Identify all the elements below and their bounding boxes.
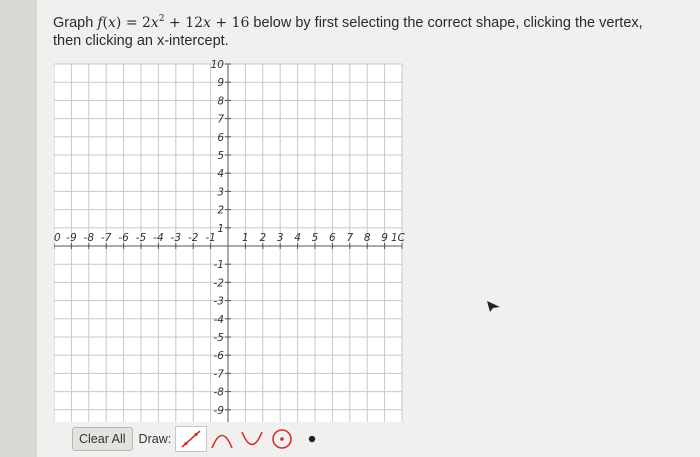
point-tool-button[interactable]	[297, 426, 327, 452]
x-tick-label: 5	[312, 232, 319, 244]
x-tick-label: 6	[329, 232, 336, 244]
parabola-up-icon	[211, 434, 233, 449]
x-tick-label: -8	[84, 232, 95, 244]
graph-toolbar: Clear All Draw:	[72, 426, 327, 452]
x-tick-label: -7	[101, 232, 112, 244]
y-tick-label: 9	[217, 77, 224, 89]
question-prompt: Graph f(x) = 2x2 + 12x + 16 below by fir…	[53, 14, 643, 50]
x-tick-label: 2	[259, 232, 266, 244]
x-tick-label: 10	[54, 232, 61, 244]
function-expression: f(x) = 2x2 + 12x + 16	[97, 14, 250, 32]
x-tick-label: -2	[188, 232, 199, 244]
x-tick-label: 4	[294, 232, 301, 244]
coordinate-grid[interactable]: 10-9-8-7-6-5-4-3-2-11234567891C109876543…	[54, 56, 426, 422]
parabola-down-tool-button[interactable]	[237, 426, 267, 452]
y-tick-label: -6	[214, 350, 225, 362]
x-tick-label: 7	[346, 232, 353, 244]
x-tick-label: -9	[66, 232, 77, 244]
graph-svg[interactable]: 10-9-8-7-6-5-4-3-2-11234567891C109876543…	[54, 56, 426, 422]
parabola-up-tool-button[interactable]	[207, 426, 237, 452]
mouse-cursor-icon	[487, 301, 500, 312]
y-tick-label: 5	[217, 150, 224, 162]
x-tick-label: 3	[277, 232, 284, 244]
y-tick-label: -8	[214, 387, 225, 399]
y-tick-label: -9	[214, 405, 225, 417]
y-tick-label: 6	[217, 132, 224, 144]
y-tick-label: 2	[217, 205, 224, 217]
y-tick-label: -7	[214, 368, 225, 380]
y-tick-label: 10	[211, 59, 225, 71]
y-tick-label: 3	[217, 186, 224, 198]
x-tick-label: -3	[171, 232, 181, 244]
x-tick-label: -5	[136, 232, 147, 244]
x-tick-label: -4	[153, 232, 163, 244]
x-tick-label: 8	[364, 232, 371, 244]
y-tick-label: -1	[214, 259, 224, 271]
circle-tool-button[interactable]	[267, 426, 297, 452]
y-tick-label: 8	[217, 95, 224, 107]
left-margin-bar	[0, 0, 37, 457]
y-tick-label: -5	[214, 332, 225, 344]
x-tick-label: -6	[118, 232, 129, 244]
line-tool-button[interactable]	[175, 426, 208, 452]
x-tick-label: 9	[381, 232, 388, 244]
y-tick-label: -4	[214, 314, 224, 326]
y-tick-label: 7	[217, 114, 224, 126]
y-tick-label: 1	[217, 223, 224, 235]
y-tick-label: -3	[214, 296, 224, 308]
clear-all-button[interactable]: Clear All	[72, 427, 133, 451]
point-tool-icon	[309, 435, 316, 443]
line-tool-icon	[181, 430, 201, 448]
x-tick-label: 1	[242, 232, 249, 244]
y-tick-label: -2	[214, 277, 225, 289]
parabola-down-icon	[241, 431, 263, 446]
draw-label: Draw:	[138, 432, 172, 446]
y-tick-label: 4	[217, 168, 224, 180]
x-tick-label: -1	[205, 232, 215, 244]
x-tick-label: 1C	[391, 232, 406, 244]
circle-tool-icon	[272, 429, 293, 449]
